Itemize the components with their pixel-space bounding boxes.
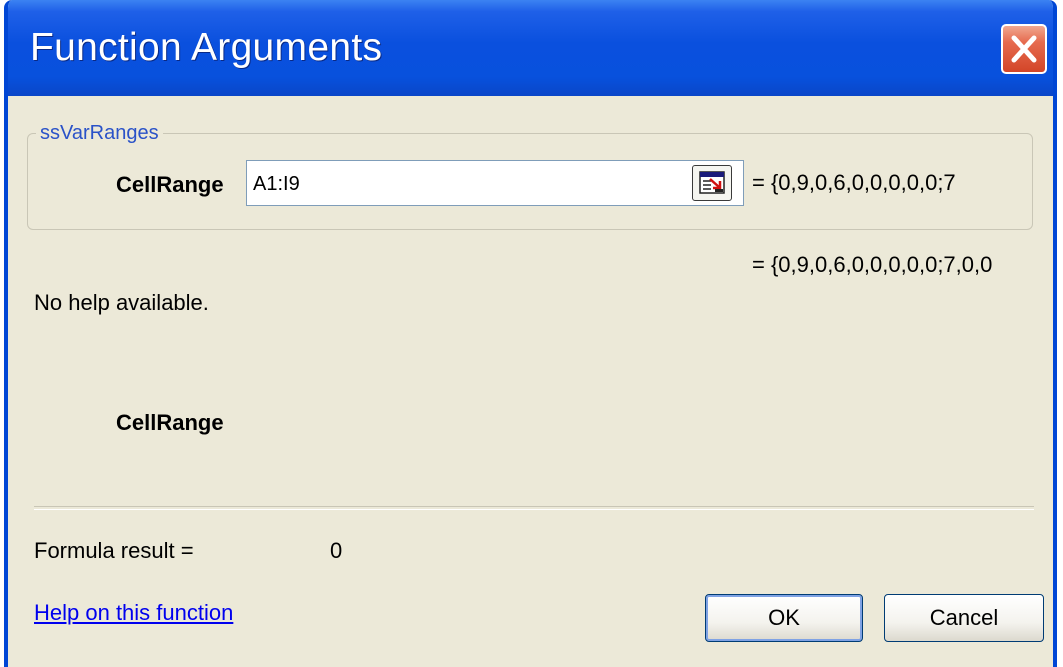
formula-result-value: 0: [330, 538, 343, 563]
close-icon: [1011, 35, 1037, 63]
divider: [34, 506, 1034, 510]
help-on-function-link[interactable]: Help on this function: [34, 600, 233, 626]
function-name-legend: ssVarRanges: [36, 122, 163, 145]
ok-button[interactable]: OK: [705, 594, 863, 642]
formula-result-label: Formula result =: [34, 538, 194, 563]
range-select-icon: [699, 171, 725, 194]
function-arguments-dialog: Function Arguments: [4, 0, 1057, 667]
cellrange-input[interactable]: A1:I9: [246, 160, 744, 206]
title-bar[interactable]: Function Arguments: [8, 0, 1053, 96]
collapse-dialog-button[interactable]: [692, 165, 732, 201]
close-button[interactable]: [1001, 24, 1047, 74]
argument-detail-name: CellRange: [116, 410, 224, 435]
argument-evaluated-value: = {0,9,0,6,0,0,0,0,0;7: [752, 170, 956, 195]
cancel-button[interactable]: Cancel: [884, 594, 1044, 642]
function-result-preview: = {0,9,0,6,0,0,0,0,0;7,0,0: [752, 252, 993, 277]
dialog-title: Function Arguments: [30, 26, 383, 69]
function-description: No help available.: [34, 290, 209, 315]
cellrange-input-value: A1:I9: [253, 173, 300, 195]
argument-label: CellRange: [116, 172, 224, 197]
